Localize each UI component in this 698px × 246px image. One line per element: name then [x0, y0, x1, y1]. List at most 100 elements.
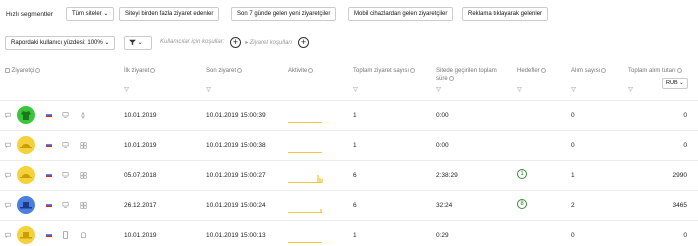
- chevron-down-icon: ⌄: [137, 40, 143, 46]
- add-user-condition-button[interactable]: +: [230, 37, 241, 48]
- col-goals[interactable]: Hedefler: [517, 67, 546, 75]
- col-first-visit[interactable]: İlk ziyaret: [124, 67, 156, 75]
- chevron-down-icon: ⌄: [103, 11, 109, 17]
- funnel-icon[interactable]: [436, 87, 441, 92]
- first-visit-cell: 10.01.2019: [124, 232, 157, 239]
- flag-ru-icon: [46, 203, 52, 207]
- first-visit-cell: 26.12.2017: [124, 202, 157, 209]
- avatar[interactable]: [17, 166, 35, 184]
- goal-badge[interactable]: 8: [517, 199, 527, 209]
- chevron-down-icon: ⌄: [104, 40, 110, 46]
- total-visits-cell: 1: [353, 142, 357, 149]
- hat-icon: [20, 174, 32, 178]
- time-on-site-cell: 2:38:29: [436, 172, 458, 179]
- table-row[interactable]: 10.01.2019 10.01.2019 15:00:38 1 0:00 0 …: [0, 130, 698, 160]
- comment-icon[interactable]: [5, 232, 11, 240]
- desktop-icon: [62, 142, 69, 150]
- all-sites-label: Tüm siteler: [72, 11, 102, 17]
- flag-ru-icon: [46, 143, 52, 147]
- comment-icon[interactable]: [5, 112, 11, 120]
- table-row[interactable]: 05.07.2018 10.01.2019 15:00:27 6 2:38:29…: [0, 160, 698, 190]
- hat-icon: [20, 202, 32, 209]
- funnel-icon[interactable]: [517, 87, 522, 92]
- col-total-visits[interactable]: Toplam ziyaret sayısı: [353, 67, 416, 75]
- comment-icon[interactable]: [5, 172, 11, 180]
- checkbox-icon[interactable]: [5, 67, 10, 73]
- revenue-cell: 3465: [672, 202, 687, 209]
- time-on-site-cell: 0:29: [436, 232, 449, 239]
- table-row[interactable]: 10.01.2019 10.01.2019 15:00:39 1 0:00 0 …: [0, 100, 698, 130]
- hat-icon: [20, 144, 32, 148]
- segment-button-returning[interactable]: Siteyi birden fazla ziyaret edenler: [119, 7, 220, 21]
- funnel-icon[interactable]: [628, 87, 633, 92]
- revenue-cell: 0: [683, 142, 687, 149]
- col-visitor[interactable]: Ziyaretçi: [5, 67, 41, 75]
- funnel-icon: [129, 39, 136, 46]
- user-conditions-label: Kullanıcılar için koşullar:: [160, 39, 225, 45]
- col-purchases[interactable]: Alım sayısı: [571, 67, 607, 75]
- first-visit-cell: 10.01.2019: [124, 112, 157, 119]
- last-visit-cell: 10.01.2019 15:00:24: [206, 202, 266, 209]
- first-visit-cell: 05.07.2018: [124, 172, 157, 179]
- first-visit-cell: 10.01.2019: [124, 142, 157, 149]
- avatar[interactable]: [17, 196, 35, 214]
- funnel-icon[interactable]: [124, 87, 129, 92]
- activity-sparkline: [288, 152, 322, 153]
- last-visit-cell: 10.01.2019 15:00:39: [206, 112, 266, 119]
- help-icon[interactable]: [448, 75, 454, 81]
- help-icon[interactable]: [237, 67, 243, 73]
- col-last-visit[interactable]: Son ziyaret: [206, 67, 243, 75]
- filter-button[interactable]: ⌄: [124, 36, 152, 50]
- funnel-icon[interactable]: [571, 87, 576, 92]
- comment-icon[interactable]: [5, 142, 11, 150]
- col-time-on-site[interactable]: Sitede geçirilen toplam süre: [436, 67, 504, 83]
- segment-button-new-7-days[interactable]: Son 7 günde gelen yeni ziyaretçiler: [231, 7, 337, 21]
- table-row[interactable]: 26.12.2017 10.01.2019 15:00:24 6 32:24 8…: [0, 190, 698, 220]
- purchases-cell: 1: [571, 172, 575, 179]
- activity-sparkline: [288, 122, 322, 123]
- help-icon[interactable]: [308, 67, 314, 73]
- percent-label: Rapordaki kullanıcı yüzdesi: 100%: [11, 40, 103, 46]
- desktop-icon: [62, 172, 69, 180]
- windows-icon: [80, 202, 87, 211]
- purchases-cell: 2: [571, 202, 575, 209]
- purchases-cell: 0: [571, 142, 575, 149]
- currency-select[interactable]: RUB ⌄: [662, 78, 688, 89]
- all-sites-select[interactable]: Tüm siteler ⌄: [66, 7, 115, 21]
- revenue-cell: 2990: [672, 172, 687, 179]
- android-icon: [80, 231, 87, 241]
- hat-icon: [20, 232, 32, 239]
- time-on-site-cell: 32:24: [436, 202, 453, 209]
- col-total-revenue[interactable]: Toplam alım tutarı: [628, 67, 682, 75]
- avatar[interactable]: [17, 106, 35, 124]
- funnel-icon[interactable]: [206, 87, 211, 92]
- total-visits-cell: 1: [353, 232, 357, 239]
- desktop-icon: [62, 112, 69, 120]
- goal-badge[interactable]: 1: [517, 169, 527, 179]
- help-icon[interactable]: [410, 67, 416, 73]
- funnel-icon[interactable]: [353, 87, 358, 92]
- visit-conditions-label: ▸ Ziyaret koşulları: [245, 40, 293, 46]
- help-icon[interactable]: [601, 67, 607, 73]
- add-visit-condition-button[interactable]: +: [298, 37, 309, 48]
- revenue-cell: 0: [683, 112, 687, 119]
- last-visit-cell: 10.01.2019 15:00:27: [206, 172, 266, 179]
- flag-ru-icon: [46, 113, 52, 117]
- avatar[interactable]: [17, 226, 35, 244]
- shirt-icon: [21, 111, 31, 120]
- help-icon[interactable]: [150, 67, 156, 73]
- table-row[interactable]: 10.01.2019 10.01.2019 15:00:13 1 0:29 0 …: [0, 220, 698, 246]
- avatar[interactable]: [17, 136, 35, 154]
- help-icon[interactable]: [540, 67, 546, 73]
- segment-button-ad-clicks[interactable]: Reklama tıklayarak gelenler: [462, 7, 549, 21]
- last-visit-cell: 10.01.2019 15:00:13: [206, 232, 266, 239]
- time-on-site-cell: 0:00: [436, 142, 449, 149]
- quick-segments-label: Hızlı segmentler: [6, 11, 53, 18]
- help-icon[interactable]: [35, 67, 41, 73]
- comment-icon[interactable]: [5, 202, 11, 210]
- col-activity[interactable]: Aktivite: [288, 67, 314, 75]
- segment-button-mobile[interactable]: Mobil cihazlardan gelen ziyaretçiler: [348, 7, 454, 21]
- percent-select[interactable]: Rapordaki kullanıcı yüzdesi: 100% ⌄: [5, 36, 116, 50]
- flag-ru-icon: [46, 173, 52, 177]
- help-icon[interactable]: [676, 67, 682, 73]
